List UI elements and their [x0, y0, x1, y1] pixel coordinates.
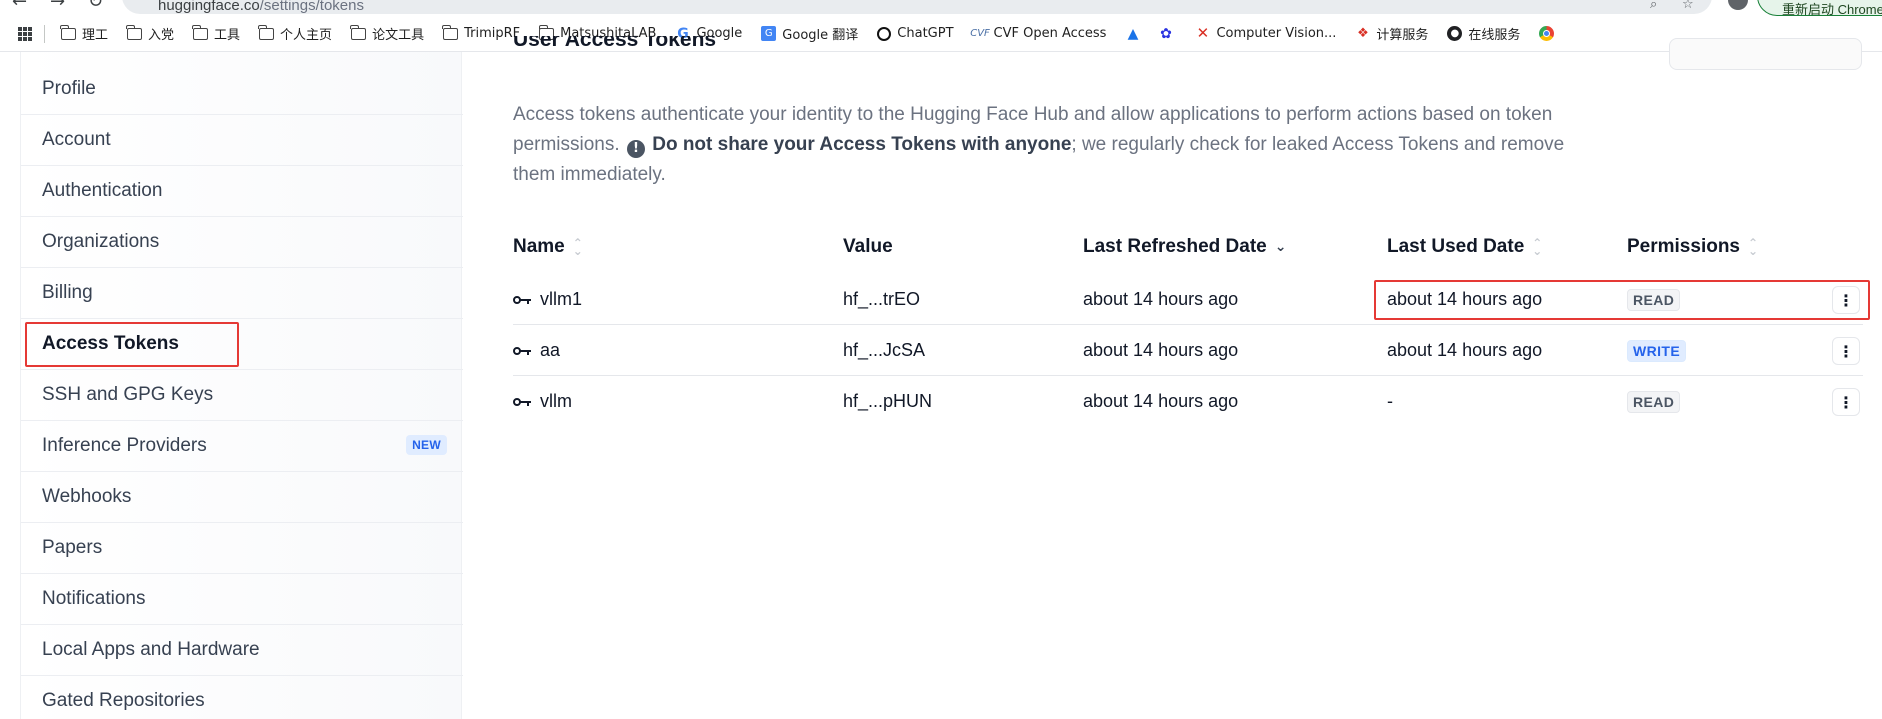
update-chrome-button[interactable]: 重新启动 Chrome 以更新 — [1757, 0, 1882, 16]
sidebar-item-organizations[interactable]: Organizations — [21, 217, 463, 268]
graduation-cap-icon: ▲ — [1127, 25, 1139, 42]
folder-icon — [350, 24, 367, 41]
token-last-refreshed: about 14 hours ago — [1083, 340, 1239, 360]
token-name: aa — [513, 325, 560, 376]
bookmark-item[interactable]: ✕ Computer Vision... — [1195, 24, 1337, 42]
folder-icon — [258, 24, 275, 41]
token-value: hf_...trEO — [843, 289, 921, 309]
token-menu-button[interactable]: ⋮ — [1832, 337, 1860, 365]
folder-icon — [126, 24, 143, 41]
bookmark-item[interactable]: TrimipRF — [442, 24, 520, 41]
sidebar-item-notifications[interactable]: Notifications — [21, 574, 463, 625]
profile-avatar[interactable] — [1728, 0, 1748, 10]
sidebar-item-account[interactable]: Account — [21, 115, 463, 166]
key-icon — [513, 346, 531, 356]
bookmark-item[interactable]: 工具 — [192, 24, 240, 43]
sort-icon[interactable]: ⌃ ⌄ — [1532, 237, 1542, 257]
bookmark-star-icon[interactable]: ☆ — [1682, 0, 1694, 12]
chrome-icon — [1539, 26, 1555, 41]
sidebar-item-gated-repositories[interactable]: Gated Repositories — [21, 676, 463, 719]
highlight-box-row — [1374, 280, 1870, 320]
token-last-refreshed: about 14 hours ago — [1083, 391, 1239, 411]
bookmark-item[interactable]: 理工 — [60, 24, 108, 43]
translate-icon: G — [761, 26, 777, 41]
bookmark-item[interactable]: 论文工具 — [350, 24, 424, 43]
column-header-name[interactable]: Name ⌃ ⌄ — [513, 236, 583, 258]
token-last-used: - — [1387, 391, 1393, 411]
warning-icon: ! — [626, 140, 645, 158]
sort-desc-icon[interactable]: ⌄ — [1275, 240, 1287, 254]
key-icon — [513, 397, 531, 407]
token-name: vllm1 — [513, 274, 582, 325]
sidebar-item-profile[interactable]: Profile — [21, 64, 463, 115]
token-last-used: about 14 hours ago — [1387, 340, 1543, 360]
sort-icon[interactable]: ⌃ ⌄ — [1748, 237, 1758, 257]
create-new-token-button[interactable] — [1669, 38, 1862, 70]
column-header-permissions[interactable]: Permissions ⌃ ⌄ — [1627, 236, 1758, 258]
token-row: aa hf_...JcSA about 14 hours ago about 1… — [513, 325, 1863, 376]
bookmark-item[interactable]: 个人主页 — [258, 24, 332, 43]
highlight-box-sidebar — [25, 322, 239, 367]
column-header-last-refreshed[interactable]: Last Refreshed Date ⌄ — [1083, 236, 1286, 258]
bookmark-item[interactable]: CVF CVF Open Access — [970, 26, 1106, 41]
bookmarks-bar: 理工 入党 工具 个人主页 论文工具 TrimipRF MatsushitaLA… — [0, 16, 1882, 52]
permission-badge: READ — [1627, 390, 1681, 413]
address-bar-url[interactable]: huggingface.co/settings/tokens — [158, 0, 364, 14]
folder-icon — [442, 24, 459, 41]
token-row: vllm hf_...pHUN about 14 hours ago - REA… — [513, 376, 1863, 427]
sidebar-item-authentication[interactable]: Authentication — [21, 166, 463, 217]
bookmark-item[interactable]: ✿ — [1158, 26, 1179, 41]
back-arrow-icon[interactable]: ← — [12, 0, 27, 12]
bookmark-item[interactable]: ChatGPT — [877, 26, 954, 41]
globe-icon: ● — [1447, 26, 1463, 41]
key-icon — [513, 295, 531, 305]
reload-icon[interactable]: ↻ — [88, 0, 103, 12]
token-permission: READ — [1627, 376, 1681, 427]
sidebar-item-ssh-gpg-keys[interactable]: SSH and GPG Keys — [21, 370, 463, 421]
new-badge: NEW — [406, 435, 447, 455]
sort-icon[interactable]: ⌃ ⌄ — [573, 237, 583, 257]
more-vertical-icon: ⋮ — [1838, 392, 1854, 412]
token-menu-button[interactable]: ⋮ — [1832, 388, 1860, 416]
token-value: hf_...pHUN — [843, 391, 933, 411]
token-permission: WRITE — [1627, 325, 1687, 376]
folder-icon — [60, 24, 76, 41]
sidebar-item-papers[interactable]: Papers — [21, 523, 463, 574]
folder-icon — [192, 24, 209, 41]
browser-toolbar: ← → ↻ huggingface.co/settings/tokens ⌕ ☆… — [0, 0, 1882, 16]
apps-grid-icon[interactable] — [18, 26, 32, 41]
token-value: hf_...JcSA — [843, 340, 926, 360]
bookmark-item[interactable]: ▲ — [1125, 26, 1146, 41]
cvf-icon: CVF — [970, 27, 990, 39]
baidu-paw-icon: ✿ — [1160, 25, 1172, 42]
chatgpt-icon — [877, 26, 892, 41]
address-bar[interactable]: huggingface.co/settings/tokens ⌕ ☆ — [122, 0, 1712, 14]
column-header-last-used[interactable]: Last Used Date ⌃ ⌄ — [1387, 236, 1542, 258]
bookmark-item[interactable]: ❖ 计算服务 — [1355, 24, 1428, 43]
cv-icon: ✕ — [1196, 24, 1210, 42]
page-title: User Access Tokens — [513, 36, 717, 51]
bookmark-item[interactable]: 入党 — [126, 24, 174, 43]
forward-arrow-icon[interactable]: → — [50, 0, 65, 12]
cloud-service-icon: ❖ — [1357, 26, 1369, 41]
permission-badge: WRITE — [1627, 339, 1687, 362]
column-header-value: Value — [843, 236, 893, 257]
sidebar-item-local-apps[interactable]: Local Apps and Hardware — [21, 625, 463, 676]
settings-sidebar: Profile Account Authentication Organizat… — [20, 52, 463, 719]
zoom-icon[interactable]: ⌕ — [1650, 0, 1657, 12]
more-vertical-icon: ⋮ — [1838, 341, 1854, 361]
bookmark-item[interactable]: G Google 翻译 — [761, 24, 858, 43]
token-name: vllm — [513, 376, 572, 427]
bookmark-item[interactable] — [1539, 26, 1560, 41]
token-last-refreshed: about 14 hours ago — [1083, 289, 1239, 309]
bookmark-item[interactable]: ● 在线服务 — [1447, 24, 1520, 43]
bookmarks-separator — [44, 24, 45, 43]
tokens-description: Access tokens authenticate your identity… — [513, 104, 1565, 185]
sidebar-item-webhooks[interactable]: Webhooks — [21, 472, 463, 523]
sidebar-item-billing[interactable]: Billing — [21, 268, 463, 319]
sidebar-item-inference-providers[interactable]: Inference Providers NEW — [21, 421, 463, 472]
